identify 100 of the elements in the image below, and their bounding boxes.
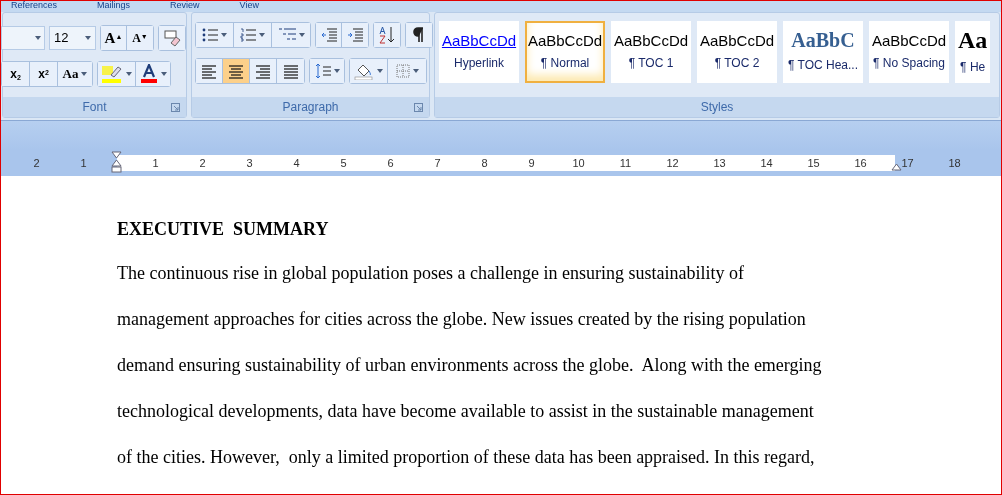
font-color-icon (139, 64, 158, 84)
multilevel-list-button[interactable] (272, 23, 310, 47)
style-sample: AaBbCcDd (527, 32, 603, 48)
shading-button[interactable] (350, 59, 388, 83)
ruler-number: 2 (33, 157, 40, 169)
style-name: ¶ TOC 1 (628, 54, 674, 72)
highlight-button[interactable] (98, 62, 136, 86)
line-spacing-button[interactable] (310, 59, 344, 83)
right-indent-marker-icon[interactable] (891, 163, 902, 171)
body-text-line: technological developments, data have become available to assist in the sustainable management (117, 400, 814, 423)
align-button[interactable] (196, 59, 223, 83)
change-case-button[interactable]: Aa (58, 62, 92, 86)
ruler-number: 1 (152, 157, 159, 169)
align-button[interactable] (277, 59, 304, 83)
align-right-icon (255, 62, 271, 80)
ribbon-tab[interactable]: Mailings (97, 1, 131, 10)
style-gallery-item[interactable]: AaBbCcDd ¶ TOC 1 (611, 21, 691, 83)
line-spacing-icon (314, 63, 331, 79)
font-name-field[interactable] (1, 26, 45, 50)
style-sample: AaBbCcDd (613, 32, 689, 48)
font-color-button[interactable] (136, 62, 170, 86)
sort-button[interactable] (374, 23, 400, 47)
style-sample: AaBbCcDd (699, 32, 775, 48)
dialog-launcher-icon[interactable] (171, 103, 180, 112)
ribbon-tab[interactable]: References (11, 1, 58, 10)
numbering-button[interactable] (234, 23, 272, 47)
dialog-launcher-icon[interactable] (414, 103, 423, 112)
style-sample: AaBbC (791, 30, 855, 50)
style-sample: Aa (958, 28, 988, 52)
ruler-number: 4 (293, 157, 300, 169)
style-gallery-item[interactable]: Aa ¶ He (955, 21, 991, 83)
ruler-number: 2 (199, 157, 206, 169)
ribbon-tab[interactable]: View (239, 1, 259, 10)
ruler-number: 17 (901, 157, 914, 169)
style-gallery-item[interactable]: AaBbCcDd Hyperlink (439, 21, 519, 83)
document-heading: EXECUTIVE SUMMARY (117, 218, 329, 241)
eraser-icon (163, 29, 181, 47)
caret-icon (126, 72, 132, 76)
multilevel-list-icon (277, 27, 296, 43)
numbered-list-icon (240, 28, 256, 42)
style-gallery-item[interactable]: AaBbCcDd ¶ No Spacing (869, 21, 949, 83)
superscript-icon: x$^{2}$ (38, 65, 49, 83)
indent-marker-icon[interactable] (111, 151, 122, 173)
ruler-number: 1 (80, 157, 87, 169)
ruler-number: 11 (619, 157, 632, 169)
style-name: Hyperlink (454, 54, 504, 72)
align-button[interactable] (223, 59, 250, 83)
group-label: Paragraph (282, 98, 339, 116)
ruler-number: 9 (528, 157, 535, 169)
ruler-number: 8 (481, 157, 488, 169)
body-text-line: The continuous rise in global population poses a challenge in ensuring sustainability of (117, 262, 744, 285)
outdent-icon (320, 28, 337, 42)
caret-icon (259, 33, 265, 37)
ruler-number: 6 (387, 157, 394, 169)
style-name: ¶ He (960, 59, 986, 76)
caret-icon (298, 33, 305, 37)
style-name: ¶ TOC Hea... (788, 57, 858, 74)
caret-icon (333, 69, 340, 73)
shrink-font-icon: A$^{▼}$ (132, 32, 148, 44)
ruler-number: 10 (572, 157, 585, 169)
caret-icon (34, 36, 41, 40)
decrease-indent-button[interactable] (316, 23, 342, 47)
caret-icon (221, 33, 227, 37)
increase-indent-button[interactable] (342, 23, 368, 47)
ribbon-tab[interactable]: Review (170, 1, 200, 10)
ruler-number: 14 (760, 157, 773, 169)
style-gallery-item[interactable]: AaBbCcDd ¶ TOC 2 (697, 21, 777, 83)
shrink-font-button[interactable]: A$^{▼}$ (127, 26, 153, 50)
pilcrow-icon (413, 27, 425, 43)
paint-bucket-icon (354, 62, 374, 80)
sort-icon (378, 26, 396, 44)
bullets-button[interactable] (196, 23, 234, 47)
change-case-icon: Aa (62, 64, 79, 84)
ruler-number: 3 (246, 157, 253, 169)
clear-formatting-button[interactable] (159, 26, 185, 50)
align-left-icon (201, 62, 217, 80)
align-button[interactable] (250, 59, 277, 83)
style-name: ¶ No Spacing (873, 54, 945, 72)
body-text-line: of the cities. However, only a limited proportion of these data has been appraised. In this regard, (117, 446, 815, 469)
ruler-number: 18 (948, 157, 961, 169)
caret-icon (160, 72, 167, 76)
font-size-field[interactable]: 12 (48, 26, 96, 50)
style-gallery-item[interactable]: AaBbCcDd ¶ Normal (525, 21, 605, 83)
group-label: Styles (700, 99, 734, 116)
superscript-button[interactable]: x$^{2}$ (30, 62, 58, 86)
style-sample: AaBbCcDd (441, 32, 517, 48)
style-gallery-item[interactable]: AaBbC ¶ TOC Hea... (783, 21, 863, 83)
subscript-icon: x$_{2}$ (10, 65, 21, 83)
body-text-line: demand ensuring sustainability of urban environments across the globe. Along with the emerging (117, 354, 822, 377)
font-size-value: 12 (53, 29, 69, 48)
align-center-icon (228, 62, 244, 80)
caret-icon (85, 36, 91, 40)
highlighter-icon (101, 64, 123, 84)
show-formatting-button[interactable] (406, 23, 432, 47)
indent-icon (347, 28, 363, 42)
group-label: Font (82, 98, 107, 116)
subscript-button[interactable]: x$_{2}$ (2, 62, 30, 86)
ruler-number: 16 (854, 157, 867, 169)
border-grid-icon (395, 64, 410, 78)
style-name: ¶ TOC 2 (714, 54, 760, 72)
